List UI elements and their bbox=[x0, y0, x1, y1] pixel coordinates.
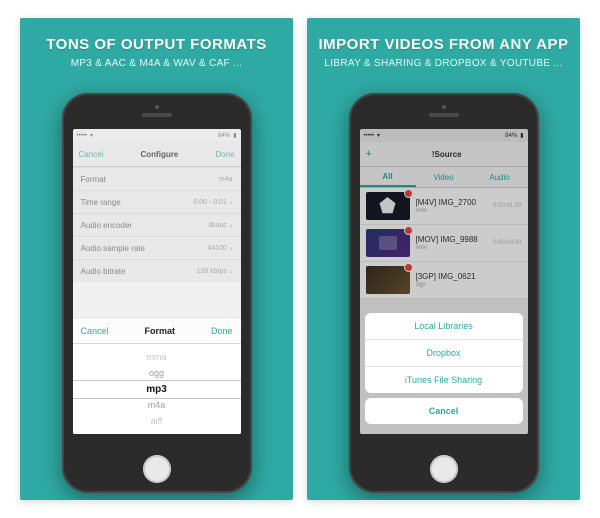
picker-option[interactable]: aiff bbox=[151, 413, 163, 429]
badge-icon bbox=[404, 263, 413, 272]
import-action-sheet: Local Libraries Dropbox iTunes File Shar… bbox=[360, 308, 528, 434]
nav-title: !Source bbox=[432, 150, 462, 159]
phone-mock-right: •••••▾ 84%▮ + !Source All Video Audio [M… bbox=[349, 93, 539, 493]
status-bar: •••••▾ 84%▮ bbox=[360, 129, 528, 142]
nav-bar: + !Source bbox=[360, 142, 528, 167]
tab-all[interactable]: All bbox=[360, 167, 416, 187]
item-duration: 0:00:04.00 bbox=[493, 240, 521, 246]
settings-row-sample-rate[interactable]: Audio sample rate 44100› bbox=[73, 236, 241, 259]
item-title: [MOV] IMG_9988 bbox=[416, 235, 488, 244]
phone-screen-right: •••••▾ 84%▮ + !Source All Video Audio [M… bbox=[360, 129, 528, 434]
action-cancel-button[interactable]: Cancel bbox=[365, 398, 523, 424]
status-bar: •••••▾ 84%▮ bbox=[73, 129, 241, 142]
nav-cancel-button[interactable]: Cancel bbox=[79, 150, 104, 159]
settings-row-bitrate[interactable]: Audio bitrate 128 kb/ps› bbox=[73, 259, 241, 282]
video-thumbnail bbox=[366, 229, 410, 257]
item-title: [3GP] IMG_0621 bbox=[416, 272, 516, 281]
tab-video[interactable]: Video bbox=[416, 167, 472, 187]
video-thumbnail bbox=[366, 266, 410, 294]
list-item[interactable]: [3GP] IMG_0621 3gp bbox=[360, 262, 528, 299]
item-subtitle: mov bbox=[416, 245, 488, 251]
chevron-right-icon: › bbox=[230, 244, 233, 253]
settings-row-format[interactable]: Format m4a bbox=[73, 167, 241, 190]
wifi-icon: ▾ bbox=[377, 132, 380, 139]
wifi-icon: ▾ bbox=[90, 132, 93, 139]
picker-option[interactable]: mma bbox=[147, 349, 167, 365]
item-title: [M4V] IMG_2700 bbox=[416, 198, 488, 207]
card-subtitle: LIBRAY & SHARING & DROPBOX & YOUTUBE ... bbox=[324, 58, 562, 69]
picker-option[interactable]: m4a bbox=[148, 397, 166, 413]
action-itunes-file-sharing[interactable]: iTunes File Sharing bbox=[365, 366, 523, 393]
item-duration: 0:00:01.00 bbox=[493, 203, 521, 209]
chevron-right-icon: › bbox=[230, 267, 233, 276]
video-thumbnail bbox=[366, 192, 410, 220]
source-tabs: All Video Audio bbox=[360, 167, 528, 188]
action-dropbox[interactable]: Dropbox bbox=[365, 339, 523, 366]
format-picker-sheet: Cancel Format Done mma ogg mp3 m4a aiff bbox=[73, 319, 241, 434]
home-button[interactable] bbox=[430, 455, 458, 483]
badge-icon bbox=[404, 226, 413, 235]
list-item[interactable]: [MOV] IMG_9988 mov 0:00:04.00 bbox=[360, 225, 528, 262]
chevron-right-icon: › bbox=[230, 221, 233, 230]
nav-done-button[interactable]: Done bbox=[215, 150, 234, 159]
picker-option-selected[interactable]: mp3 bbox=[146, 381, 167, 397]
tab-audio[interactable]: Audio bbox=[472, 167, 528, 187]
promo-card-formats: TONS OF OUTPUT FORMATS MP3 & AAC & M4A &… bbox=[20, 18, 293, 500]
home-button[interactable] bbox=[143, 455, 171, 483]
phone-screen-left: •••••▾ 84%▮ Cancel Configure Done Format… bbox=[73, 129, 241, 434]
item-subtitle: 3gp bbox=[416, 282, 516, 288]
list-item[interactable]: [M4V] IMG_2700 m4v 0:00:01.00 bbox=[360, 188, 528, 225]
picker-title: Format bbox=[144, 326, 175, 336]
chevron-right-icon: › bbox=[230, 198, 233, 207]
item-subtitle: m4v bbox=[416, 208, 488, 214]
card-title: TONS OF OUTPUT FORMATS bbox=[46, 36, 266, 53]
video-list: [M4V] IMG_2700 m4v 0:00:01.00 [MOV] IMG_… bbox=[360, 188, 528, 299]
settings-list: Format m4a Time range 0:00 - 0:01› Audio… bbox=[73, 167, 241, 282]
badge-icon bbox=[404, 189, 413, 198]
card-subtitle: MP3 & AAC & M4A & WAV & CAF ... bbox=[71, 58, 243, 69]
picker-done-button[interactable]: Done bbox=[211, 326, 233, 336]
picker-cancel-button[interactable]: Cancel bbox=[81, 326, 109, 336]
nav-title: Configure bbox=[141, 150, 179, 159]
picker-wheel[interactable]: mma ogg mp3 m4a aiff bbox=[73, 344, 241, 434]
action-local-libraries[interactable]: Local Libraries bbox=[365, 313, 523, 339]
settings-row-time-range[interactable]: Time range 0:00 - 0:01› bbox=[73, 190, 241, 213]
nav-bar: Cancel Configure Done bbox=[73, 142, 241, 167]
card-title: IMPORT VIDEOS FROM ANY APP bbox=[319, 36, 569, 53]
phone-mock-left: •••••▾ 84%▮ Cancel Configure Done Format… bbox=[62, 93, 252, 493]
promo-card-import: IMPORT VIDEOS FROM ANY APP LIBRAY & SHAR… bbox=[307, 18, 580, 500]
picker-option[interactable]: ogg bbox=[149, 365, 164, 381]
add-button[interactable]: + bbox=[366, 149, 372, 160]
settings-row-audio-encoder[interactable]: Audio encoder libaac› bbox=[73, 213, 241, 236]
